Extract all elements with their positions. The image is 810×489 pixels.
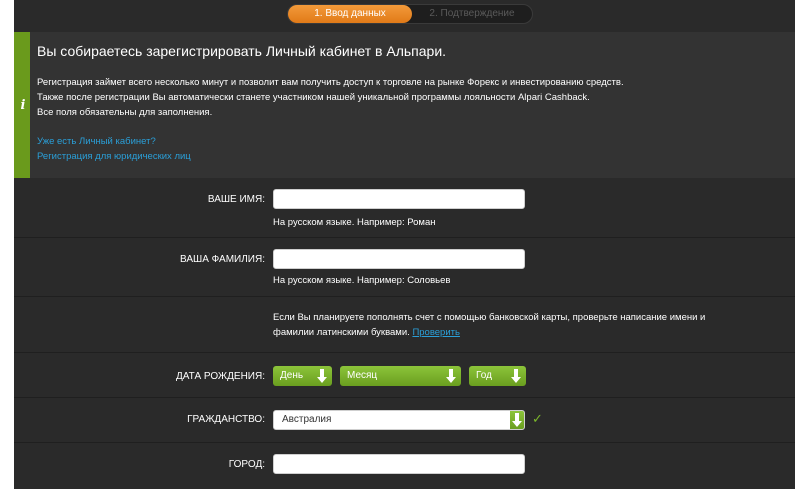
progress-steps: 1. Ввод данных 2. Подтверждение (287, 4, 533, 24)
first-name-row: ВАШЕ ИМЯ: На русском языке. Например: Ро… (14, 178, 795, 237)
birth-date-label: ДАТА РОЖДЕНИЯ: (176, 371, 265, 382)
card-note-line-1: Если Вы планируете пополнять счет с помо… (273, 312, 706, 323)
birth-year-select[interactable]: Год (469, 366, 526, 386)
arrow-down-icon (446, 369, 456, 383)
last-name-label: ВАША ФАМИЛИЯ: (180, 254, 265, 265)
citizenship-label: ГРАЖДАНСТВО: (187, 414, 265, 425)
citizenship-arrow-box (510, 411, 524, 429)
birth-year-value: Год (476, 370, 492, 381)
arrow-down-icon (512, 413, 522, 427)
existing-account-link[interactable]: Уже есть Личный кабинет? (37, 136, 156, 147)
birth-month-value: Месяц (347, 370, 378, 381)
step-2-inactive: 2. Подтверждение (429, 8, 515, 19)
birth-date-row: ДАТА РОЖДЕНИЯ: День Месяц Год (14, 352, 795, 397)
card-note-text: фамилии латинскими буквами. (273, 327, 410, 338)
info-icon: i (20, 98, 26, 113)
info-line-1: Регистрация займет всего несколько минут… (37, 77, 624, 88)
first-name-label: ВАШЕ ИМЯ: (207, 194, 265, 205)
citizenship-value: Австралия (282, 414, 332, 425)
card-note-row: Если Вы планируете пополнять счет с помо… (14, 296, 795, 352)
birth-day-value: День (280, 370, 304, 381)
last-name-row: ВАША ФАМИЛИЯ: На русском языке. Например… (14, 237, 795, 296)
first-name-input[interactable] (273, 189, 525, 209)
birth-month-select[interactable]: Месяц (340, 366, 461, 386)
step-1-active: 1. Ввод данных (288, 5, 412, 23)
arrow-down-icon (511, 369, 521, 383)
card-note-line-2: фамилии латинскими буквами. Проверить (273, 325, 460, 340)
checkmark-icon: ✓ (532, 411, 543, 426)
birth-day-select[interactable]: День (273, 366, 332, 386)
last-name-input[interactable] (273, 249, 525, 269)
legal-entity-link[interactable]: Регистрация для юридических лиц (37, 151, 191, 162)
citizenship-row: ГРАЖДАНСТВО: Австралия ✓ (14, 397, 795, 442)
info-line-2: Также после регистрации Вы автоматически… (37, 92, 590, 103)
arrow-down-icon (317, 369, 327, 383)
last-name-hint: На русском языке. Например: Соловьев (273, 275, 451, 286)
city-label: ГОРОД: (228, 459, 265, 470)
info-line-3: Все поля обязательны для заполнения. (37, 107, 213, 118)
registration-panel: 1. Ввод данных 2. Подтверждение i Вы соб… (14, 0, 795, 489)
info-title: Вы собираетесь зарегистрировать Личный к… (37, 43, 447, 59)
check-latin-link[interactable]: Проверить (412, 327, 460, 338)
city-row: ГОРОД: (14, 442, 795, 489)
info-box: i Вы собираетесь зарегистрировать Личный… (14, 32, 795, 178)
citizenship-select[interactable]: Австралия (273, 410, 525, 430)
city-input[interactable] (273, 454, 525, 474)
first-name-hint: На русском языке. Например: Роман (273, 217, 436, 228)
